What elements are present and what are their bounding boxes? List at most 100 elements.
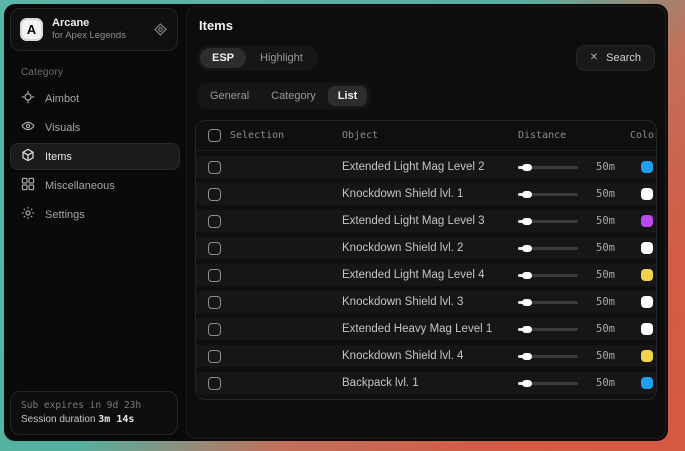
- object-name: Extended Light Mag Level 4: [342, 269, 518, 281]
- distance-value: 50m: [585, 377, 615, 389]
- x-icon: ✕: [590, 53, 598, 63]
- table-row[interactable]: Knockdown Shield lvl. 4 50m: [196, 345, 656, 367]
- row-checkbox[interactable]: [208, 188, 221, 201]
- sidebar-item-label: Settings: [45, 209, 85, 221]
- slider-handle[interactable]: [522, 326, 532, 333]
- crosshair-icon: [21, 90, 35, 107]
- header-object: Object: [342, 130, 518, 141]
- slider-handle[interactable]: [522, 353, 532, 360]
- mode-tabs: ESP Highlight: [197, 45, 318, 71]
- distance-value: 50m: [585, 323, 615, 335]
- distance-slider[interactable]: [518, 301, 578, 304]
- brand-subtitle: for Apex Legends: [52, 30, 126, 42]
- color-swatch[interactable]: [641, 269, 653, 281]
- sidebar: A Arcane for Apex Legends Category Aimbo…: [4, 4, 186, 441]
- row-checkbox[interactable]: [208, 323, 221, 336]
- slider-handle[interactable]: [522, 299, 532, 306]
- sidebar-item-visuals[interactable]: Visuals: [10, 114, 180, 141]
- sidebar-item-label: Items: [45, 151, 72, 163]
- row-checkbox[interactable]: [208, 377, 221, 390]
- row-checkbox[interactable]: [208, 215, 221, 228]
- distance-slider[interactable]: [518, 355, 578, 358]
- slider-handle[interactable]: [522, 191, 532, 198]
- brand-card: A Arcane for Apex Legends: [10, 8, 178, 51]
- distance-slider[interactable]: [518, 274, 578, 277]
- distance-value: 50m: [585, 188, 615, 200]
- object-name: Extended Heavy Mag Level 1: [342, 323, 518, 335]
- slider-handle[interactable]: [522, 245, 532, 252]
- distance-value: 50m: [585, 350, 615, 362]
- row-checkbox[interactable]: [208, 350, 221, 363]
- session-info-box: Sub expires in 9d 23h Session duration 3…: [10, 391, 178, 435]
- search-button[interactable]: ✕ Search: [576, 45, 655, 71]
- table-row[interactable]: Extended Light Mag Level 2 50m: [196, 156, 656, 178]
- pin-icon[interactable]: [153, 22, 168, 37]
- search-button-label: Search: [606, 52, 641, 64]
- distance-slider[interactable]: [518, 382, 578, 385]
- controls-row: ESP Highlight ✕ Search: [187, 45, 665, 71]
- sidebar-item-items[interactable]: Items: [10, 143, 180, 170]
- table-header: Selection Object Distance Color: [196, 121, 656, 151]
- page-title: Items: [199, 18, 665, 33]
- color-swatch[interactable]: [641, 377, 653, 389]
- table-row[interactable]: Knockdown Shield lvl. 1 50m: [196, 183, 656, 205]
- distance-value: 50m: [585, 296, 615, 308]
- brand-name: Arcane: [52, 17, 126, 30]
- box-icon: [21, 148, 35, 165]
- color-swatch[interactable]: [641, 296, 653, 308]
- row-checkbox[interactable]: [208, 161, 221, 174]
- app-window: A Arcane for Apex Legends Category Aimbo…: [4, 4, 668, 441]
- color-swatch[interactable]: [641, 350, 653, 362]
- distance-slider[interactable]: [518, 166, 578, 169]
- distance-value: 50m: [585, 242, 615, 254]
- distance-value: 50m: [585, 215, 615, 227]
- sidebar-item-miscellaneous[interactable]: Miscellaneous: [10, 172, 180, 199]
- grid-icon: [21, 177, 35, 194]
- sidebar-item-label: Aimbot: [45, 93, 79, 105]
- header-distance: Distance: [518, 130, 566, 141]
- table-body: Extended Light Mag Level 2 50m: [196, 156, 656, 394]
- tab-category[interactable]: Category: [261, 86, 326, 106]
- table-row[interactable]: Extended Light Mag Level 4 50m: [196, 264, 656, 286]
- gear-icon: [21, 206, 35, 223]
- distance-slider[interactable]: [518, 247, 578, 250]
- slider-handle[interactable]: [522, 164, 532, 171]
- table-row[interactable]: Backpack lvl. 1 50m: [196, 372, 656, 394]
- sub-expiry-text: Sub expires in 9d 23h: [21, 399, 167, 413]
- object-name: Extended Light Mag Level 3: [342, 215, 518, 227]
- object-name: Knockdown Shield lvl. 2: [342, 242, 518, 254]
- color-swatch[interactable]: [641, 215, 653, 227]
- slider-handle[interactable]: [522, 380, 532, 387]
- table-row[interactable]: Knockdown Shield lvl. 2 50m: [196, 237, 656, 259]
- distance-slider[interactable]: [518, 328, 578, 331]
- sidebar-item-settings[interactable]: Settings: [10, 201, 180, 228]
- color-swatch[interactable]: [641, 161, 653, 173]
- session-duration-text: Session duration 3m 14s: [21, 413, 167, 427]
- tab-highlight[interactable]: Highlight: [248, 48, 315, 68]
- tab-general[interactable]: General: [200, 86, 259, 106]
- table-row[interactable]: Extended Light Mag Level 3 50m: [196, 210, 656, 232]
- table-row[interactable]: Knockdown Shield lvl. 3 50m: [196, 291, 656, 313]
- color-swatch[interactable]: [641, 188, 653, 200]
- distance-slider[interactable]: [518, 220, 578, 223]
- row-checkbox[interactable]: [208, 269, 221, 282]
- brand-text: Arcane for Apex Legends: [52, 17, 126, 42]
- object-name: Knockdown Shield lvl. 1: [342, 188, 518, 200]
- row-checkbox[interactable]: [208, 296, 221, 309]
- slider-handle[interactable]: [522, 272, 532, 279]
- eye-icon: [21, 119, 35, 136]
- color-swatch[interactable]: [641, 242, 653, 254]
- object-name: Extended Light Mag Level 2: [342, 161, 518, 173]
- tab-esp[interactable]: ESP: [200, 48, 246, 68]
- color-swatch[interactable]: [641, 323, 653, 335]
- row-checkbox[interactable]: [208, 242, 221, 255]
- slider-handle[interactable]: [522, 218, 532, 225]
- table-row[interactable]: Extended Heavy Mag Level 1 50m: [196, 318, 656, 340]
- category-label: Category: [21, 67, 186, 78]
- tab-list[interactable]: List: [328, 86, 368, 106]
- sidebar-item-aimbot[interactable]: Aimbot: [10, 85, 180, 112]
- distance-slider[interactable]: [518, 193, 578, 196]
- items-table: Selection Object Distance Color Extended…: [195, 120, 657, 400]
- view-tabs: General Category List: [197, 83, 370, 109]
- select-all-checkbox[interactable]: [208, 129, 221, 142]
